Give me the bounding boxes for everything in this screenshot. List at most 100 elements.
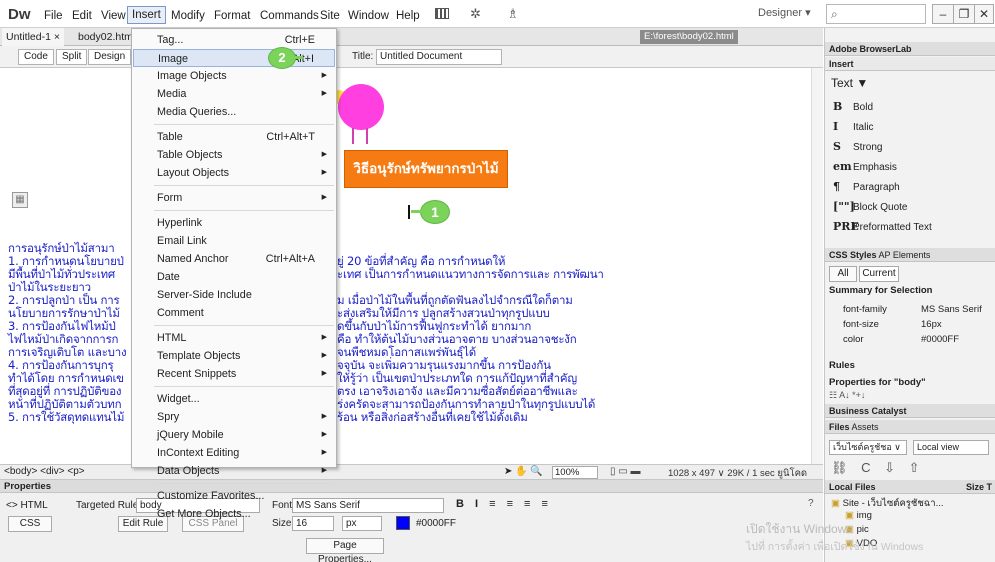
- css-all-button[interactable]: All: [829, 266, 857, 282]
- menu-item-media[interactable]: Media ▶: [133, 85, 335, 103]
- menu-item-image[interactable]: ImageCtrl+Alt+I: [133, 49, 335, 67]
- submenu-arrow-icon: ▶: [321, 413, 327, 420]
- menu-help[interactable]: Help: [392, 8, 424, 24]
- css-mode-button[interactable]: CSS: [8, 516, 52, 532]
- insert-header[interactable]: Insert: [825, 57, 995, 71]
- insert-text-emphasis[interactable]: emEmphasis: [833, 160, 897, 173]
- select-tool-icon[interactable]: ➤ ✋ 🔍: [504, 466, 543, 477]
- html-mode-button[interactable]: <> HTML: [6, 500, 48, 511]
- maximize-button[interactable]: ❐: [953, 4, 975, 24]
- menu-item-html[interactable]: HTML ▶: [133, 329, 335, 347]
- menu-item-media-queries[interactable]: Media Queries...: [133, 103, 335, 121]
- search-input[interactable]: ⌕: [826, 4, 926, 24]
- menu-item-customize-favorites[interactable]: Customize Favorites...: [133, 487, 335, 505]
- zoom-select[interactable]: 100%: [552, 466, 598, 479]
- document-text-line[interactable]: ร้อน หรือสิ่งก่อสร้างอื่นที่เคยใช้ไม้ดั้…: [337, 409, 528, 427]
- menu-item-label: Hyperlink: [157, 217, 203, 229]
- menu-item-spry[interactable]: Spry ▶: [133, 408, 335, 426]
- title-input[interactable]: Untitled Document: [376, 49, 502, 65]
- minimize-button[interactable]: –: [932, 4, 954, 24]
- menu-item-template-objects[interactable]: Template Objects ▶: [133, 347, 335, 365]
- color-swatch[interactable]: [396, 516, 410, 530]
- menu-insert[interactable]: Insert: [127, 6, 166, 24]
- workspace-switcher[interactable]: Designer ▾: [758, 6, 822, 24]
- summary-property-value[interactable]: 16px: [921, 319, 942, 330]
- menu-view[interactable]: View: [97, 8, 130, 24]
- menu-item-label: Server-Side Include: [157, 289, 252, 301]
- files-toolbar-icons[interactable]: ⛓ C ⇩ ⇧: [831, 460, 925, 476]
- business-catalyst-header[interactable]: Business Catalyst: [825, 404, 995, 418]
- menu-item-incontext-editing[interactable]: InContext Editing ▶: [133, 444, 335, 462]
- summary-property-name[interactable]: font-size: [843, 319, 879, 330]
- menu-file[interactable]: File: [40, 8, 67, 24]
- menu-item-hyperlink[interactable]: Hyperlink: [133, 214, 335, 232]
- menu-item-table-objects[interactable]: Table Objects ▶: [133, 146, 335, 164]
- close-button[interactable]: ✕: [974, 4, 994, 24]
- menu-commands[interactable]: Commands: [256, 8, 323, 24]
- site-icon[interactable]: ♗: [507, 6, 519, 22]
- document-text-line[interactable]: ะเทศ เป็นการกำหนดแนวทางการจัดการและ การพ…: [337, 266, 604, 284]
- insert-text-block-quote[interactable]: [""]Block Quote: [833, 200, 907, 213]
- menu-site[interactable]: Site: [316, 8, 344, 24]
- menu-item-label: Form: [157, 192, 183, 204]
- tab-body02[interactable]: body02.html: [74, 28, 139, 46]
- submenu-arrow-icon: ▶: [321, 151, 327, 158]
- design-view-button[interactable]: Design: [88, 49, 132, 65]
- css-styles-tabs[interactable]: CSS Styles AP Elements: [825, 248, 995, 262]
- summary-property-value[interactable]: MS Sans Serif: [921, 304, 982, 315]
- menu-window[interactable]: Window: [344, 8, 393, 24]
- tag-selector[interactable]: <body> <div> <p>: [4, 466, 85, 477]
- document-text-line[interactable]: 5. การใช้วัสดุทดแทนไม้: [8, 409, 124, 427]
- device-icons[interactable]: ▯ ▭ ▬: [610, 466, 641, 477]
- css-view-icons[interactable]: ☷ A↓ *+↓: [829, 390, 865, 401]
- insert-text-paragraph[interactable]: ¶ Paragraph: [833, 180, 900, 193]
- gear-icon[interactable]: ✲: [470, 6, 481, 22]
- menu-item-date[interactable]: Date: [133, 268, 335, 286]
- text-format-icon: em: [833, 160, 852, 173]
- menu-separator: [154, 185, 334, 186]
- insert-text-bold[interactable]: B Bold: [833, 100, 873, 113]
- site-select[interactable]: เว็บไซต์ครูชัชอ ∨: [829, 440, 907, 455]
- summary-property-name[interactable]: color: [843, 334, 864, 345]
- site-tree-root[interactable]: ▣ Site - เว็บไซต์ครูชัชฉา...: [831, 496, 944, 511]
- insert-text-preformatted-text[interactable]: PREPreformatted Text: [833, 220, 932, 233]
- css-current-button[interactable]: Current: [859, 266, 899, 282]
- view-select[interactable]: Local view: [913, 440, 989, 455]
- menu-item-server-side-include[interactable]: Server-Side Include: [133, 286, 335, 304]
- insert-text-strong[interactable]: S Strong: [833, 140, 882, 153]
- menu-item-data-objects[interactable]: Data Objects ▶: [133, 462, 335, 480]
- size-unit-select[interactable]: px: [342, 516, 382, 531]
- menu-item-form[interactable]: Form ▶: [133, 189, 335, 207]
- menu-edit[interactable]: Edit: [68, 8, 96, 24]
- summary-property-value[interactable]: #0000FF: [921, 334, 959, 345]
- vertical-scrollbar[interactable]: [811, 68, 823, 464]
- menu-modify[interactable]: Modify: [167, 8, 209, 24]
- menu-item-tag[interactable]: Tag... Ctrl+E: [133, 31, 335, 49]
- color-value[interactable]: #0000FF: [416, 518, 456, 529]
- split-view-button[interactable]: Split: [56, 49, 88, 65]
- menu-item-get-more-objects[interactable]: Get More Objects...: [133, 505, 335, 523]
- summary-property-name[interactable]: font-family: [843, 304, 887, 315]
- menu-item-layout-objects[interactable]: Layout Objects ▶: [133, 164, 335, 182]
- page-properties-button[interactable]: Page Properties...: [306, 538, 384, 562]
- code-view-button[interactable]: Code: [18, 49, 54, 65]
- menu-item-image-objects[interactable]: Image Objects ▶: [133, 67, 335, 85]
- menu-item-comment[interactable]: Comment: [133, 304, 335, 322]
- files-tabs[interactable]: Files Assets: [825, 420, 995, 434]
- layout-icon[interactable]: [435, 8, 449, 19]
- menu-separator: [154, 483, 334, 484]
- menu-item-email-link[interactable]: Email Link: [133, 232, 335, 250]
- text-category-select[interactable]: Text ▼: [831, 76, 868, 90]
- image-placeholder-icon[interactable]: ▦: [12, 192, 28, 208]
- menu-item-recent-snippets[interactable]: Recent Snippets ▶: [133, 365, 335, 383]
- tab-untitled-1[interactable]: Untitled-1 ×: [2, 28, 64, 46]
- menu-format[interactable]: Format: [210, 8, 254, 24]
- menu-item-widget[interactable]: Widget...: [133, 390, 335, 408]
- text-format-buttons[interactable]: B I ≡ ≡ ≡ ≡: [456, 498, 552, 510]
- menu-item-table[interactable]: Table Ctrl+Alt+T: [133, 128, 335, 146]
- help-icon[interactable]: ?: [808, 498, 814, 509]
- menu-item-named-anchor[interactable]: Named Anchor Ctrl+Alt+A: [133, 250, 335, 268]
- menu-item-jquery-mobile[interactable]: jQuery Mobile ▶: [133, 426, 335, 444]
- browserlab-header[interactable]: Adobe BrowserLab: [825, 42, 995, 56]
- insert-text-italic[interactable]: I Italic: [833, 120, 874, 133]
